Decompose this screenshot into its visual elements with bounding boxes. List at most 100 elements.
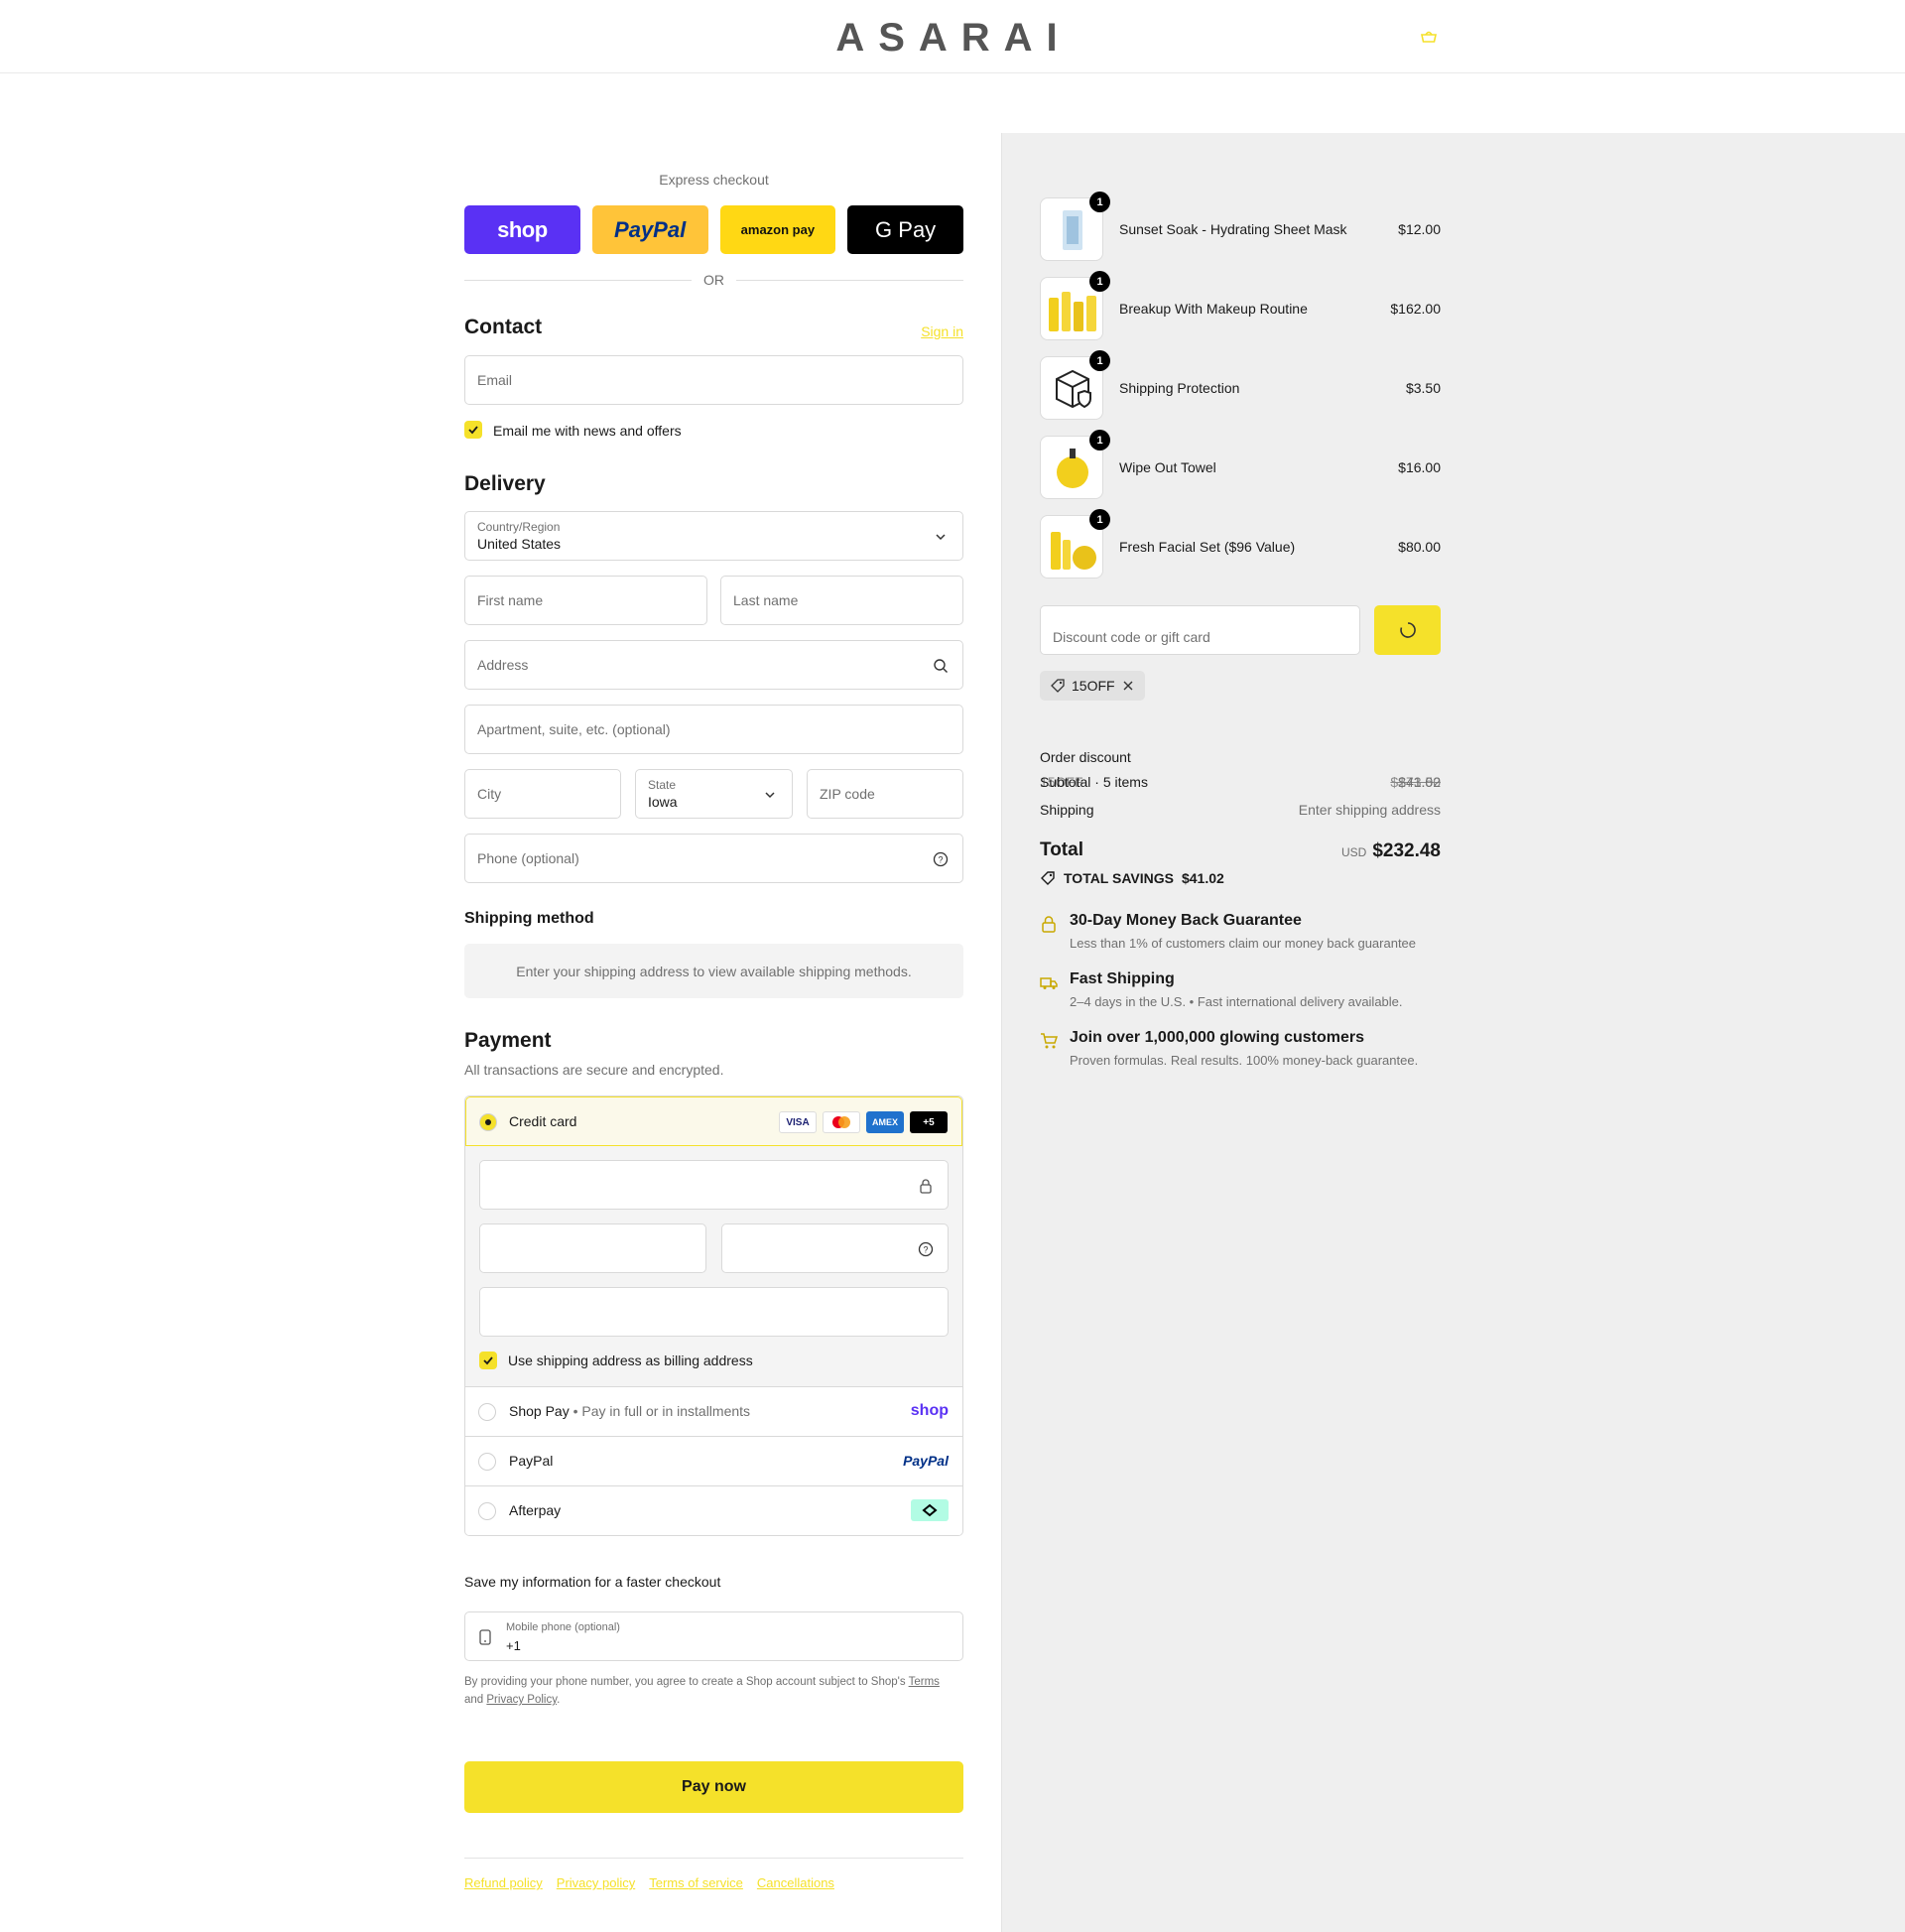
- quantity-badge: 1: [1089, 430, 1110, 451]
- afterpay-label: Afterpay: [509, 1502, 562, 1518]
- footer-links: Refund policy Privacy policy Terms of se…: [464, 1875, 834, 1890]
- privacy-policy-link[interactable]: Privacy Policy: [486, 1694, 557, 1706]
- amazon-pay-express-button[interactable]: amazon pay: [719, 205, 836, 254]
- svg-text:ASARAI: ASARAI: [835, 18, 1071, 54]
- credit-card-radio[interactable]: [479, 1113, 497, 1131]
- state-select[interactable]: State Iowa: [635, 769, 793, 819]
- zip-field[interactable]: ZIP code: [807, 769, 963, 819]
- newsletter-checkbox[interactable]: [464, 421, 482, 439]
- mobile-phone-field[interactable]: Mobile phone (optional) +1: [464, 1611, 963, 1661]
- svg-text:?: ?: [938, 855, 943, 865]
- chevron-down-icon: [765, 792, 775, 799]
- credit-card-label: Credit card: [509, 1113, 577, 1129]
- line-item: 1 Fresh Facial Set ($96 Value) $80.00: [1040, 509, 1441, 579]
- card-number-field[interactable]: [479, 1160, 949, 1210]
- help-icon[interactable]: ?: [933, 851, 949, 867]
- express-checkout-title: Express checkout: [659, 172, 769, 188]
- paypal-express-button[interactable]: PayPal: [591, 205, 708, 254]
- check-icon: [468, 426, 478, 435]
- first-name-field[interactable]: First name: [464, 576, 707, 625]
- cart-icon[interactable]: [1419, 27, 1439, 47]
- terms-of-service-link[interactable]: Terms of service: [649, 1875, 743, 1890]
- more-cards-badge: +5: [910, 1111, 948, 1133]
- address-field[interactable]: Address: [464, 640, 963, 690]
- shipping-label: Shipping: [1040, 802, 1094, 818]
- phone-field[interactable]: Phone (optional) ?: [464, 834, 963, 883]
- cancellations-link[interactable]: Cancellations: [757, 1875, 834, 1890]
- lock-icon: [920, 1179, 932, 1194]
- quantity-badge: 1: [1089, 509, 1110, 530]
- email-field[interactable]: Email: [464, 355, 963, 405]
- discount-amount: $41.02: [1398, 774, 1441, 790]
- line-item: 1 Sunset Soak - Hydrating Sheet Mask $12…: [1040, 192, 1441, 261]
- total-label: Total: [1040, 839, 1083, 860]
- line-item: 1 Breakup With Makeup Routine $162.00: [1040, 271, 1441, 340]
- pay-now-button[interactable]: Pay now: [464, 1761, 963, 1813]
- afterpay-radio[interactable]: [478, 1502, 496, 1520]
- paypal-option[interactable]: PayPal PayPal: [465, 1437, 962, 1486]
- delivery-heading: Delivery: [464, 472, 546, 495]
- name-on-card-field[interactable]: [479, 1287, 949, 1337]
- subtotal-label: Subtotal · 5 items: [1040, 774, 1148, 790]
- asarai-logo[interactable]: ASARAI: [816, 18, 1091, 54]
- paypal-radio[interactable]: [478, 1453, 496, 1471]
- last-name-field[interactable]: Last name: [720, 576, 963, 625]
- afterpay-option[interactable]: Afterpay: [465, 1486, 962, 1535]
- mastercard-icon: [823, 1111, 860, 1133]
- paypal-logo: PayPal: [903, 1453, 949, 1469]
- apartment-field[interactable]: Apartment, suite, etc. (optional): [464, 705, 963, 754]
- terms-link[interactable]: Terms: [909, 1676, 940, 1688]
- cart-icon: [1041, 1033, 1058, 1049]
- express-buttons: shop PayPal amazon pay G Pay: [464, 205, 963, 254]
- privacy-policy-footer-link[interactable]: Privacy policy: [557, 1875, 635, 1890]
- total-amount: USD $232.48: [1340, 840, 1441, 861]
- billing-address-checkbox[interactable]: [479, 1352, 497, 1369]
- sign-in-link[interactable]: Sign in: [921, 323, 963, 339]
- mobile-phone-label: Mobile phone (optional): [506, 1621, 620, 1633]
- quantity-badge: 1: [1089, 192, 1110, 212]
- newsletter-label: Email me with news and offers: [493, 423, 682, 439]
- security-code-field[interactable]: ?: [721, 1224, 949, 1273]
- refund-policy-link[interactable]: Refund policy: [464, 1875, 543, 1890]
- credit-card-form: ? Use shipping address as billing addres…: [465, 1146, 962, 1387]
- lock-icon: [1042, 916, 1056, 933]
- apply-discount-button[interactable]: [1374, 605, 1441, 655]
- tag-icon: [1051, 679, 1065, 693]
- item-price: $162.00: [1390, 301, 1441, 317]
- item-price: $12.00: [1398, 221, 1441, 237]
- shop-pay-express-button[interactable]: shop: [464, 205, 580, 254]
- google-pay-express-button[interactable]: G Pay: [847, 205, 963, 254]
- item-price: $3.50: [1405, 380, 1441, 396]
- item-price: $80.00: [1398, 539, 1441, 555]
- item-name: Fresh Facial Set ($96 Value): [1119, 539, 1296, 555]
- item-name: Sunset Soak - Hydrating Sheet Mask: [1119, 221, 1347, 237]
- truck-icon: [1040, 977, 1058, 989]
- loading-spinner-icon: [1399, 622, 1416, 638]
- shop-pay-subtitle: Pay in full or in installments: [581, 1403, 751, 1419]
- shop-pay-option[interactable]: Shop Pay • Pay in full or in installment…: [465, 1387, 962, 1437]
- chevron-down-icon: [936, 534, 946, 541]
- order-discount-label: Order discount: [1040, 749, 1131, 765]
- country-select[interactable]: Country/Region United States: [464, 511, 963, 561]
- tag-icon: [1041, 871, 1055, 885]
- expiration-date-field[interactable]: [479, 1224, 706, 1273]
- afterpay-logo-icon: [911, 1499, 949, 1521]
- item-name: Breakup With Makeup Routine: [1119, 301, 1308, 317]
- total-savings: TOTAL SAVINGS $41.02: [1040, 870, 1224, 886]
- billing-address-label: Use shipping address as billing address: [508, 1352, 753, 1368]
- item-price: $16.00: [1398, 459, 1441, 475]
- paypal-label: PayPal: [509, 1453, 554, 1469]
- shop-pay-logo: shop: [910, 1402, 949, 1419]
- help-icon[interactable]: ?: [918, 1241, 934, 1257]
- discount-code-input[interactable]: Discount code or gift card: [1040, 605, 1360, 655]
- shipping-method-notice: Enter your shipping address to view avai…: [464, 944, 963, 998]
- contact-heading: Contact: [464, 316, 543, 338]
- quantity-badge: 1: [1089, 271, 1110, 292]
- city-field[interactable]: City: [464, 769, 621, 819]
- payment-heading: Payment: [464, 1029, 552, 1052]
- shipping-value: Enter shipping address: [1298, 802, 1441, 818]
- shop-pay-radio[interactable]: [478, 1403, 496, 1421]
- close-icon[interactable]: [1121, 679, 1135, 693]
- credit-card-option[interactable]: Credit card VISA AMEX +5: [465, 1096, 962, 1146]
- amex-icon: AMEX: [866, 1111, 904, 1133]
